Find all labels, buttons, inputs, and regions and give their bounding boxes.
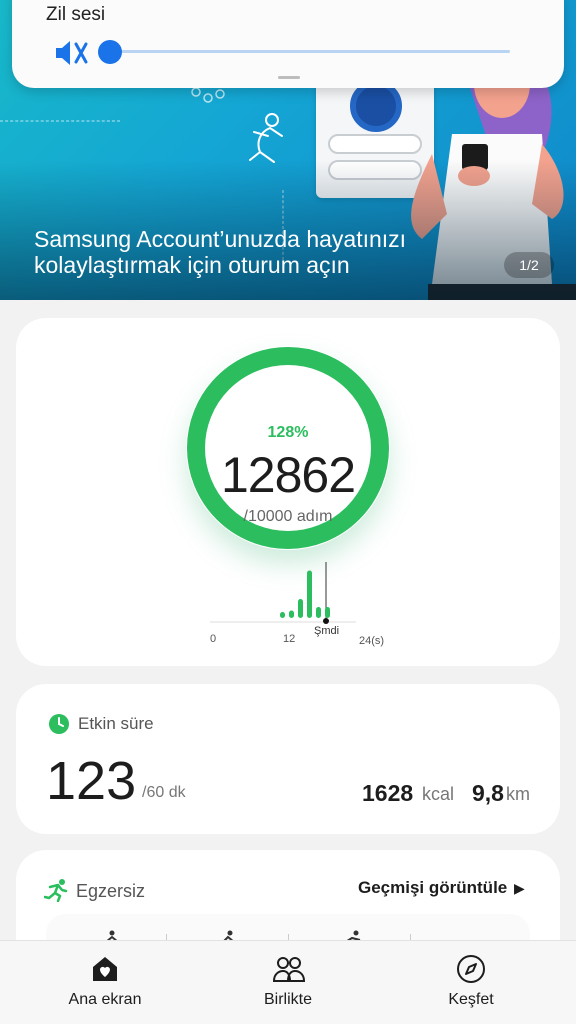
active-time-unit: /60 dk [142, 784, 186, 801]
steps-hourly-chart: 0 12 Şmdi 24(s) [210, 562, 384, 647]
view-history-link[interactable]: Geçmişi görüntüle [358, 878, 507, 898]
bubbles-icon [191, 87, 225, 103]
kcal-unit: kcal [422, 784, 455, 804]
running-icon [44, 879, 68, 902]
nav-home[interactable]: Ana ekran [25, 941, 185, 1024]
arrow-right-icon[interactable]: ▶ [514, 880, 525, 897]
compass-icon [457, 955, 485, 983]
hourly-step-bar [280, 612, 285, 618]
volume-slider-track[interactable] [110, 50, 510, 53]
volume-panel: Zil sesi [12, 0, 564, 88]
axis-label-12: 12 [283, 633, 295, 645]
steps-ring: 128% 12862 /10000 adım [186, 346, 390, 550]
hourly-step-bar [316, 607, 321, 618]
axis-label-0: 0 [210, 633, 216, 645]
hourly-step-bar [325, 607, 330, 618]
hourly-step-bar [289, 610, 294, 618]
exercise-title: Egzersiz [76, 881, 146, 901]
now-marker-dot [323, 618, 329, 624]
decorative-line [0, 120, 120, 122]
steps-count: 12862 [220, 447, 356, 503]
steps-goal: /10000 adım [243, 508, 333, 525]
volume-slider-thumb[interactable] [98, 40, 122, 64]
volume-label: Zil sesi [46, 4, 106, 25]
volume-mute-icon[interactable] [52, 38, 96, 68]
axis-label-now: Şmdi [314, 625, 339, 637]
active-time-title: Etkin süre [78, 714, 154, 733]
people-icon [272, 957, 306, 982]
panel-handle[interactable] [278, 76, 300, 79]
active-time-value: 123 [46, 751, 137, 811]
distance-unit: km [506, 784, 530, 804]
nav-discover[interactable]: Keşfet [391, 941, 551, 1024]
clock-icon [49, 714, 69, 734]
hourly-step-bar [307, 570, 312, 618]
banner-title: Samsung Account’unuzda hayatınızı kolayl… [34, 226, 407, 278]
banner-page-indicator: 1/2 [504, 252, 554, 278]
nav-home-label: Ana ekran [68, 991, 142, 1008]
home-heart-icon [93, 957, 117, 981]
axis-label-24: 24(s) [359, 635, 384, 647]
steps-card[interactable]: 128% 12862 /10000 adım 0 12 Şmdi 24(s) [16, 318, 560, 666]
nav-together[interactable]: Birlikte [208, 941, 368, 1024]
nav-together-label: Birlikte [263, 991, 312, 1008]
nav-discover-label: Keşfet [448, 991, 494, 1008]
steps-percent: 128% [267, 424, 309, 441]
hourly-step-bar [298, 599, 303, 618]
distance-value: 9,8 [472, 780, 504, 806]
bottom-navigation: Ana ekran Birlikte Keşfet [0, 940, 576, 1024]
active-time-card[interactable]: Etkin süre 123 /60 dk 1628 kcal 9,8 km [16, 684, 560, 834]
kcal-value: 1628 [362, 780, 414, 806]
